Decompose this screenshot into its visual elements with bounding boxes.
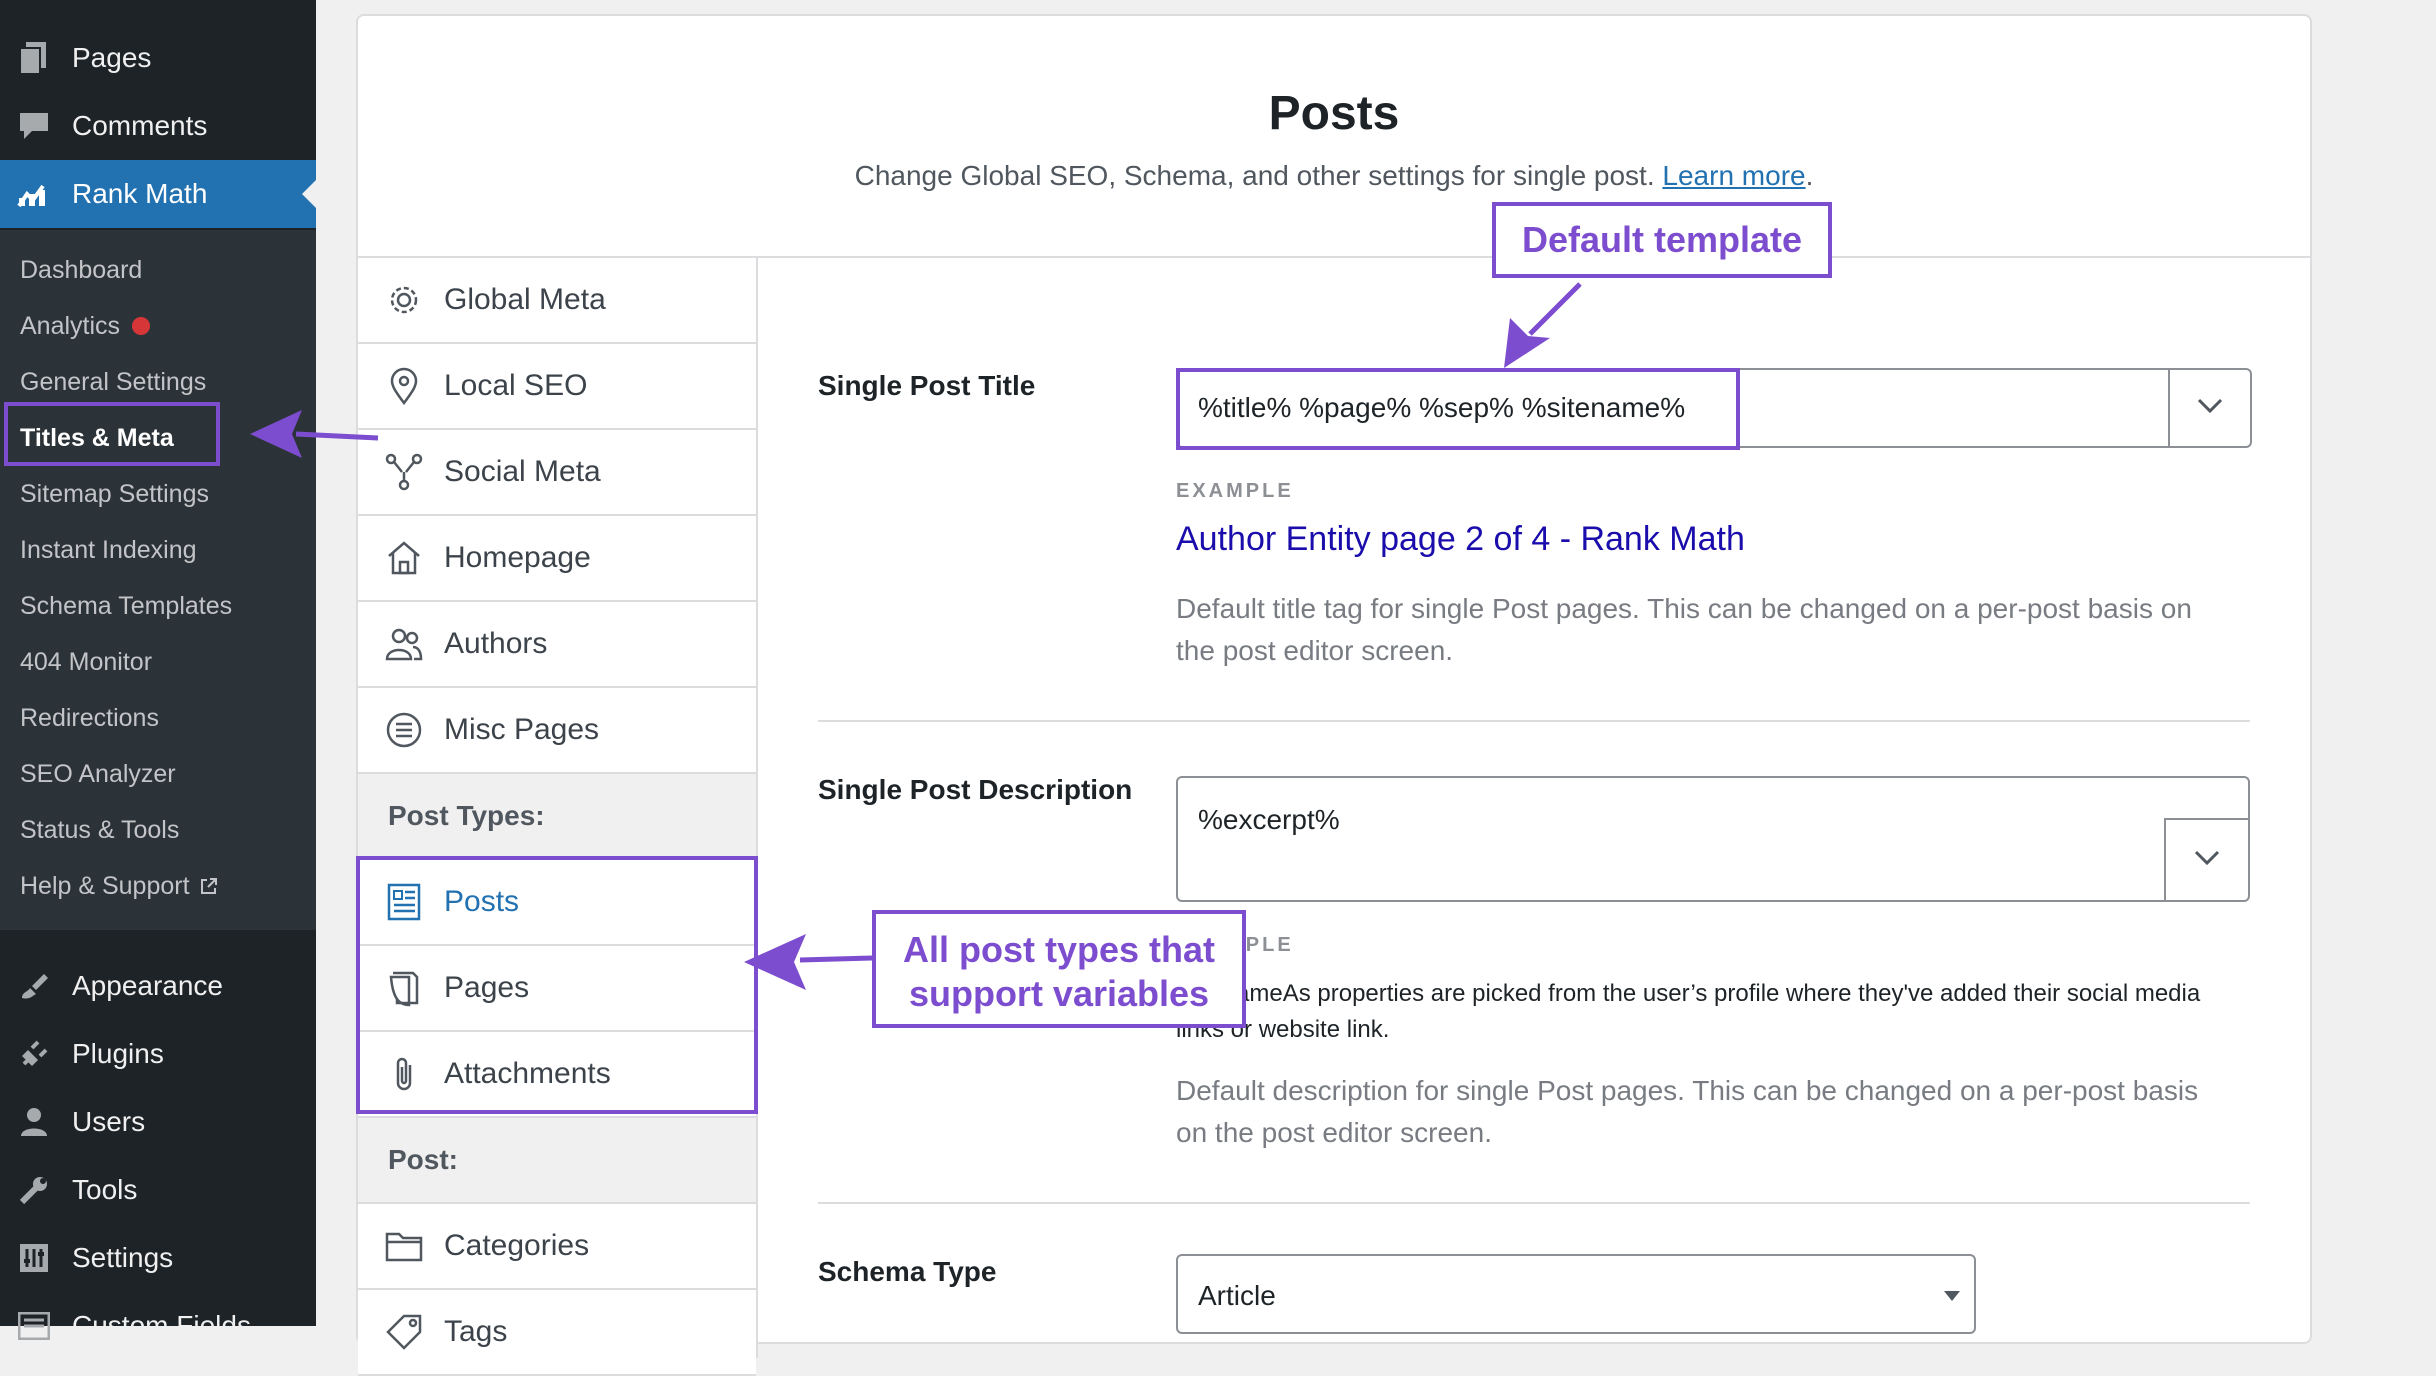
arrowhead [744,934,806,990]
arrow-to-default-template [1528,282,1582,336]
annotation-arrows [250,282,1582,990]
arrow-to-titles-meta [295,431,379,441]
arrowhead [1504,318,1550,368]
arrowhead [250,410,302,458]
arrow-to-post-types [799,955,873,963]
